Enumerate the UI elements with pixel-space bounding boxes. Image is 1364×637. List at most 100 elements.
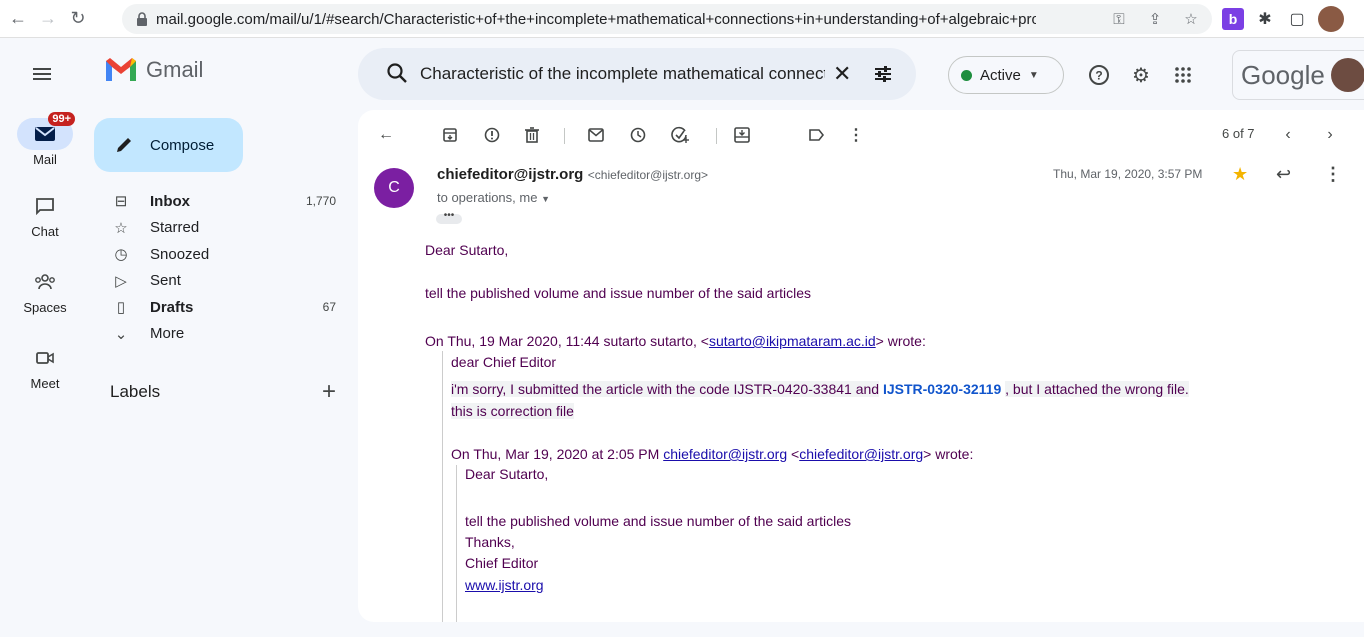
quote2-thanks: Thanks,	[465, 534, 515, 550]
address-bar[interactable]: mail.google.com/mail/u/1/#search/Charact…	[122, 4, 1212, 34]
quote-bar-nested	[456, 465, 457, 622]
spaces-icon	[17, 266, 73, 298]
rail-item-chat[interactable]: Chat	[8, 190, 82, 266]
quote1-line: i'm sorry, I submitted the article with …	[451, 381, 1189, 397]
quote2-line1: tell the published volume and issue numb…	[465, 513, 851, 529]
quote-bar	[442, 351, 443, 622]
quote1-header: On Thu, 19 Mar 2020, 11:44 sutarto sutar…	[425, 333, 926, 349]
status-selector[interactable]: Active ▼	[948, 56, 1064, 94]
starred-star-icon[interactable]: ★	[1232, 164, 1248, 185]
report-spam-icon[interactable]	[480, 123, 504, 147]
search-options-icon[interactable]	[871, 62, 895, 86]
article-code-link[interactable]: IJSTR-0320-32119	[883, 381, 1001, 397]
nav-label-drafts: Drafts	[150, 298, 194, 316]
main-menu-icon[interactable]	[30, 62, 54, 86]
folder-list: ⊟ Inbox 1,770 ☆ Starred ◷ Snoozed ▷ Sent…	[94, 188, 344, 347]
quote1-email-link[interactable]: sutarto@ikipmataram.ac.id	[709, 333, 876, 349]
nav-item-more[interactable]: ⌄ More	[94, 321, 344, 348]
mark-unread-icon[interactable]	[584, 123, 608, 147]
move-to-icon[interactable]	[730, 123, 754, 147]
bookmark-star-icon[interactable]: ☆	[1180, 8, 1202, 30]
rail-label-chat: Chat	[31, 224, 59, 239]
rail-label-mail: Mail	[33, 152, 57, 167]
inbox-icon: ⊟	[114, 193, 128, 211]
gmail-logo[interactable]: Gmail	[104, 57, 203, 83]
settings-gear-icon[interactable]: ⚙	[1128, 62, 1154, 88]
inbox-count: 1,770	[305, 194, 336, 209]
rail-item-spaces[interactable]: Spaces	[8, 266, 82, 342]
label-tag-icon[interactable]	[804, 123, 828, 147]
message-toolbar: ← ⋮ 6 of 7 ‹ ›	[358, 110, 1364, 160]
delete-trash-icon[interactable]	[520, 123, 544, 147]
quote2-email-link-2[interactable]: chiefeditor@ijstr.org	[799, 446, 923, 462]
add-task-icon[interactable]	[668, 123, 692, 147]
rail-item-mail[interactable]: 99+ Mail	[8, 112, 82, 194]
labels-section-header: Labels +	[110, 378, 336, 406]
sender-avatar[interactable]: C	[374, 168, 414, 208]
account-avatar[interactable]	[1330, 58, 1364, 92]
nav-label-snoozed: Snoozed	[150, 245, 210, 263]
rail-item-meet[interactable]: Meet	[8, 342, 82, 418]
quote1-line2: this is correction file	[451, 403, 574, 419]
reload-icon[interactable]: ↻	[66, 7, 90, 31]
message-more-icon[interactable]: ⋮	[1324, 164, 1342, 185]
newer-chevron-left-icon[interactable]: ‹	[1276, 123, 1300, 147]
rail-label-meet: Meet	[30, 376, 60, 391]
lock-icon	[137, 12, 147, 26]
app-rail: 99+ Mail Chat Spaces Meet	[8, 112, 82, 418]
recipients-details[interactable]: to operations, me ▼	[437, 190, 550, 205]
sender-email: <chiefeditor@ijstr.org>	[587, 168, 709, 182]
quote2-website-link[interactable]: www.ijstr.org	[465, 577, 544, 593]
nav-item-inbox[interactable]: ⊟ Inbox 1,770	[94, 188, 344, 215]
quote2-header: On Thu, Mar 19, 2020 at 2:05 PM chiefedi…	[451, 446, 973, 462]
share-icon[interactable]: ⇪	[1144, 8, 1166, 30]
search-icon[interactable]	[386, 62, 410, 86]
active-status-dot	[961, 69, 972, 81]
chevron-down-icon: ⌄	[114, 325, 128, 343]
drafts-count: 67	[322, 300, 336, 315]
older-chevron-right-icon[interactable]: ›	[1318, 123, 1342, 147]
reply-icon[interactable]: ↩	[1276, 164, 1291, 185]
quote1-header-prefix: On Thu, 19 Mar 2020, 11:44 sutarto sutar…	[425, 333, 709, 349]
quote2-header-mid: <	[791, 446, 800, 462]
back-to-search-icon[interactable]: ←	[374, 123, 398, 147]
sender-header: chiefeditor@ijstr.org <chiefeditor@ijstr…	[437, 166, 708, 184]
nav-item-sent[interactable]: ▷ Sent	[94, 268, 344, 295]
extensions-puzzle-icon[interactable]: ✱	[1254, 8, 1276, 30]
nav-label-inbox: Inbox	[150, 192, 190, 210]
apps-grid-icon[interactable]	[1170, 62, 1196, 88]
quote1-line-a: i'm sorry, I submitted the article with …	[451, 381, 880, 397]
browser-profile-avatar[interactable]	[1318, 6, 1344, 32]
nav-label-sent: Sent	[150, 272, 181, 290]
snooze-clock-icon[interactable]	[626, 123, 650, 147]
pencil-icon	[117, 138, 131, 152]
key-icon[interactable]: ⚿	[1108, 8, 1130, 30]
star-outline-icon: ☆	[114, 219, 128, 237]
nav-item-drafts[interactable]: ▯ Drafts 67	[94, 294, 344, 321]
search-bar[interactable]: Characteristic of the incomplete mathema…	[358, 48, 916, 100]
clear-search-icon[interactable]: ✕	[833, 61, 861, 87]
nav-label-more: More	[150, 325, 185, 343]
add-label-icon[interactable]: +	[322, 378, 336, 406]
quote1-line-b: , but I attached the wrong file.	[1005, 381, 1189, 397]
show-trimmed-content-button[interactable]: •••	[436, 211, 462, 224]
quote2-email-link-1[interactable]: chiefeditor@ijstr.org	[663, 446, 787, 462]
back-icon[interactable]: ←	[6, 7, 30, 31]
svg-text:?: ?	[1095, 69, 1102, 83]
nav-item-starred[interactable]: ☆ Starred	[94, 215, 344, 242]
account-switcher[interactable]: Google	[1232, 50, 1364, 100]
more-actions-icon[interactable]: ⋮	[844, 123, 868, 147]
sender-name[interactable]: chiefeditor@ijstr.org	[437, 166, 583, 183]
extension-b-icon[interactable]: b	[1222, 8, 1244, 30]
help-icon[interactable]: ?	[1086, 62, 1112, 88]
quote2-header-prefix: On Thu, Mar 19, 2020 at 2:05 PM	[451, 446, 660, 462]
rail-label-spaces: Spaces	[23, 300, 67, 315]
quote1-salutation: dear Chief Editor	[451, 354, 557, 370]
side-panel-icon[interactable]: ▢	[1286, 8, 1308, 30]
search-input[interactable]: Characteristic of the incomplete mathema…	[420, 64, 825, 84]
archive-icon[interactable]	[438, 123, 462, 147]
forward-icon[interactable]: →	[36, 7, 60, 31]
compose-button[interactable]: Compose	[94, 118, 243, 172]
nav-item-snoozed[interactable]: ◷ Snoozed	[94, 241, 344, 268]
url-text: mail.google.com/mail/u/1/#search/Charact…	[156, 10, 1036, 28]
